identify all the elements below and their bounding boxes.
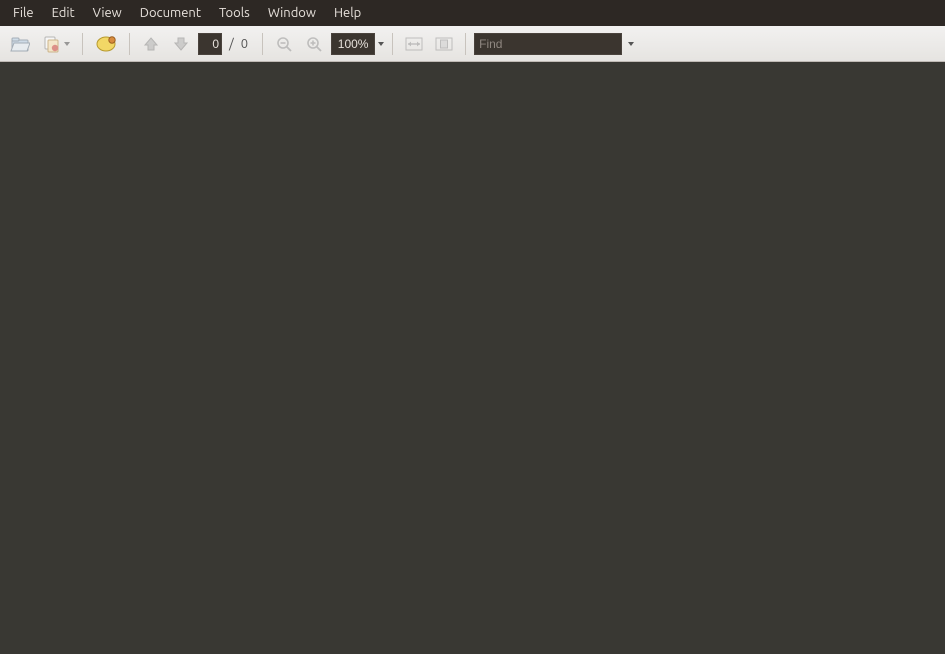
page-down-button[interactable]	[168, 31, 194, 57]
print-icon	[95, 34, 117, 54]
toolbar: / 0	[0, 26, 945, 62]
menu-label: Help	[334, 0, 361, 26]
chevron-down-icon	[64, 42, 70, 46]
find-input[interactable]	[474, 33, 622, 55]
zoom-level-input[interactable]	[331, 33, 375, 55]
menu-help[interactable]: Help	[325, 0, 370, 26]
menu-label: Window	[268, 0, 316, 26]
menu-label: Edit	[52, 0, 75, 26]
menu-file[interactable]: File	[4, 0, 43, 26]
menu-edit[interactable]: Edit	[43, 0, 84, 26]
toolbar-separator	[129, 33, 130, 55]
open-button[interactable]	[6, 31, 34, 57]
page-down-icon	[173, 36, 189, 52]
chevron-down-icon	[378, 42, 384, 46]
menubar: File Edit View Document Tools Window Hel…	[0, 0, 945, 26]
fit-width-icon	[405, 36, 423, 52]
zoom-in-button[interactable]	[301, 31, 327, 57]
save-copy-button[interactable]	[38, 31, 74, 57]
menu-label: File	[13, 0, 34, 26]
page-up-button[interactable]	[138, 31, 164, 57]
zoom-out-button[interactable]	[271, 31, 297, 57]
page-up-icon	[143, 36, 159, 52]
zoom-in-icon	[306, 36, 322, 52]
menu-document[interactable]: Document	[131, 0, 210, 26]
chevron-down-icon	[628, 42, 634, 46]
zoom-out-icon	[276, 36, 292, 52]
page-separator-label: /	[226, 37, 237, 51]
menu-tools[interactable]: Tools	[210, 0, 259, 26]
open-icon	[10, 34, 30, 54]
menu-label: View	[93, 0, 122, 26]
zoom-level-combo[interactable]	[331, 33, 384, 55]
app-window: File Edit View Document Tools Window Hel…	[0, 0, 945, 654]
fit-page-button[interactable]	[431, 31, 457, 57]
print-button[interactable]	[91, 31, 121, 57]
toolbar-separator	[262, 33, 263, 55]
toolbar-separator	[82, 33, 83, 55]
page-total-label: 0	[241, 37, 254, 51]
page-number-input[interactable]	[198, 33, 222, 55]
menu-label: Tools	[219, 0, 250, 26]
menu-window[interactable]: Window	[259, 0, 325, 26]
save-copy-icon	[42, 34, 62, 54]
menu-view[interactable]: View	[84, 0, 131, 26]
toolbar-separator	[465, 33, 466, 55]
toolbar-separator	[392, 33, 393, 55]
document-area[interactable]	[0, 62, 945, 654]
fit-width-button[interactable]	[401, 31, 427, 57]
menu-label: Document	[140, 0, 201, 26]
fit-page-icon	[435, 36, 453, 52]
